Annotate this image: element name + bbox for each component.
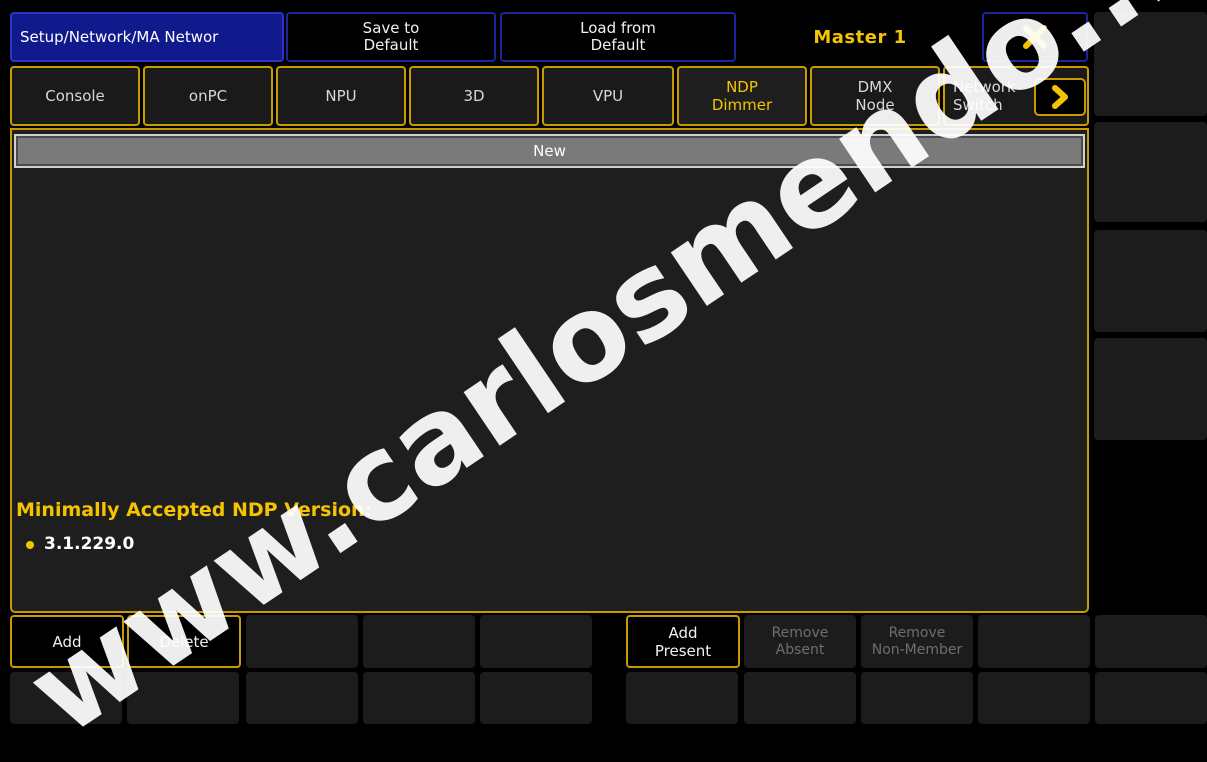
bottom-empty-cell	[480, 615, 592, 668]
bottom-empty-cell	[246, 615, 358, 668]
remove-absent-button[interactable]: Remove Absent	[744, 615, 856, 668]
bottom-empty-cell	[978, 615, 1090, 668]
bottom-empty-cell	[480, 672, 592, 724]
save-to-default-button[interactable]: Save to Default	[286, 12, 496, 62]
version-value[interactable]: 3.1.229.0	[44, 534, 134, 554]
delete-button[interactable]: Delete	[127, 615, 241, 668]
bottom-empty-cell	[1095, 615, 1207, 668]
side-cell-2	[1094, 122, 1207, 222]
chevron-right-icon	[1052, 85, 1068, 109]
bullet-icon	[26, 541, 34, 549]
add-present-button[interactable]: Add Present	[626, 615, 740, 668]
bottom-empty-cell	[127, 672, 239, 724]
tab-npu[interactable]: NPU	[276, 66, 406, 126]
network-list-panel	[10, 128, 1089, 613]
version-label: Minimally Accepted NDP Version:	[16, 499, 373, 521]
tab-console[interactable]: Console	[10, 66, 140, 126]
add-button[interactable]: Add	[10, 615, 124, 668]
tab-dmx-node[interactable]: DMX Node	[810, 66, 940, 126]
close-x-icon	[1023, 25, 1047, 49]
side-cell-1	[1094, 12, 1207, 116]
remove-non-member-button[interactable]: Remove Non-Member	[861, 615, 973, 668]
tab-3d[interactable]: 3D	[409, 66, 539, 126]
bottom-empty-cell	[246, 672, 358, 724]
tab-vpu[interactable]: VPU	[542, 66, 674, 126]
bottom-empty-cell	[744, 672, 856, 724]
bottom-empty-cell	[861, 672, 973, 724]
load-from-default-button[interactable]: Load from Default	[500, 12, 736, 62]
side-cell-3	[1094, 230, 1207, 332]
bottom-empty-cell	[10, 672, 122, 724]
tab-onpc[interactable]: onPC	[143, 66, 273, 126]
window-title: Setup/Network/MA Networ	[10, 12, 284, 62]
bottom-empty-cell	[978, 672, 1090, 724]
bottom-empty-cell	[363, 672, 475, 724]
tab-ndp-dimmer[interactable]: NDP Dimmer	[677, 66, 807, 126]
close-button[interactable]	[982, 12, 1088, 62]
bottom-empty-cell	[626, 672, 738, 724]
master-label: Master 1	[813, 26, 907, 48]
new-entry-row[interactable]: New	[14, 134, 1085, 168]
tab-scroll-right-button[interactable]	[1034, 78, 1086, 116]
bottom-empty-cell	[1095, 672, 1207, 724]
bottom-empty-cell	[363, 615, 475, 668]
side-cell-4	[1094, 338, 1207, 440]
